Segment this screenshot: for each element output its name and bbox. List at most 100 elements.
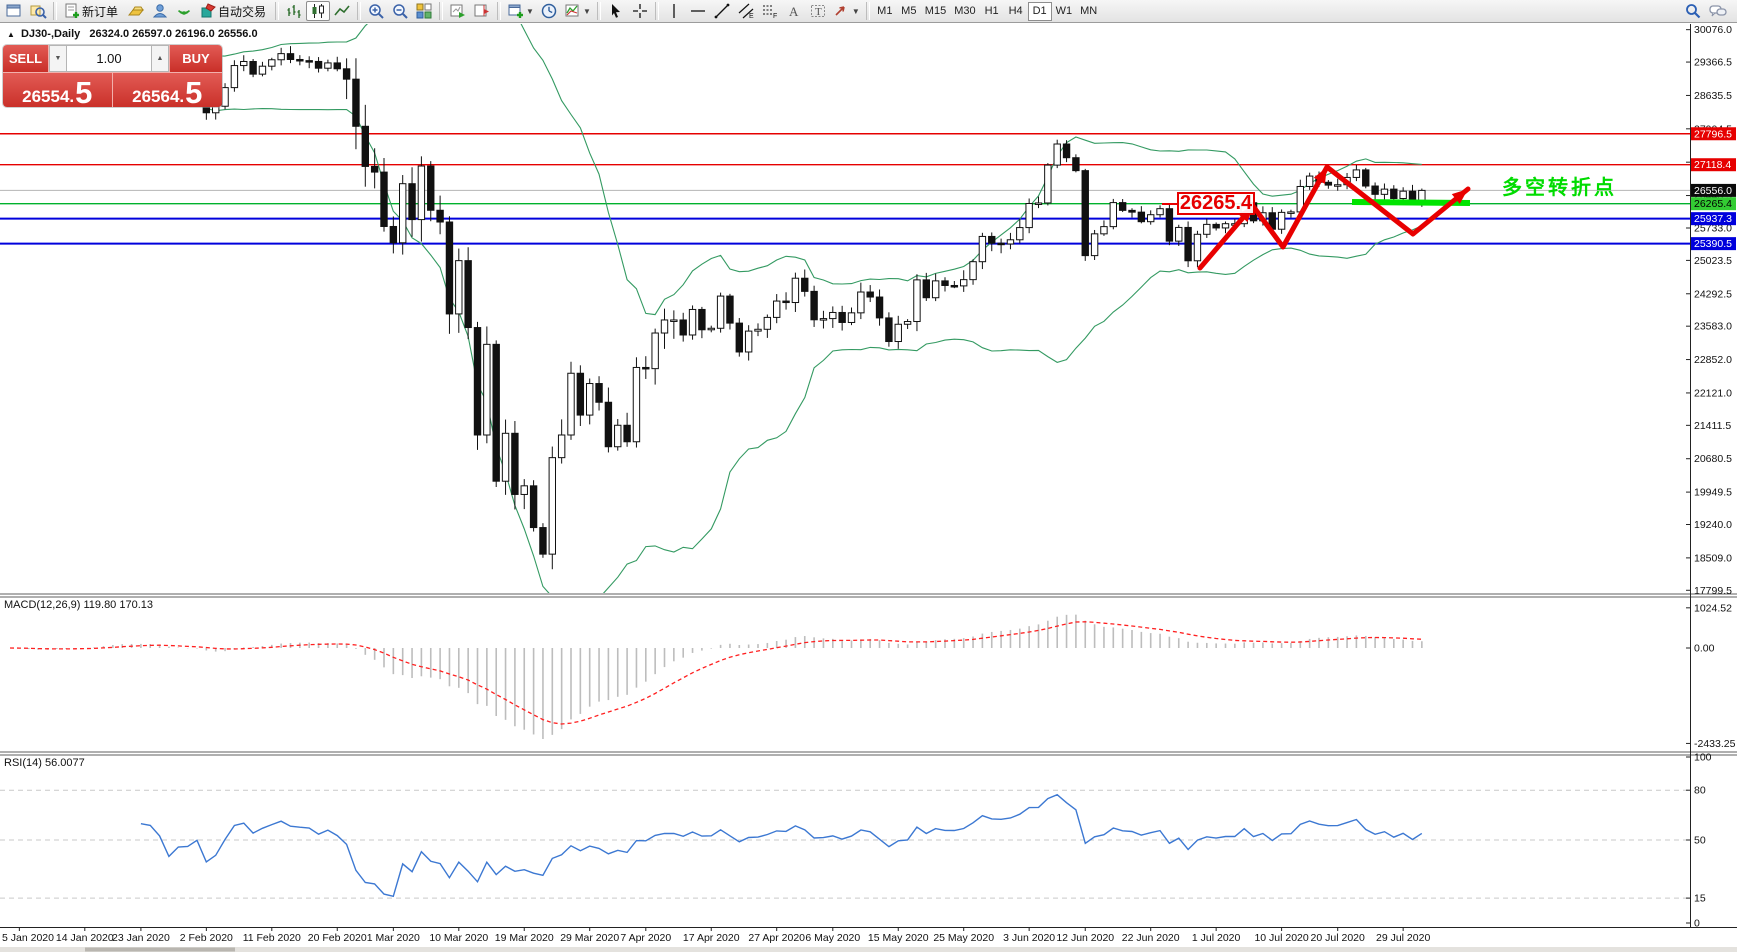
chevron-down-icon: ▼ (852, 7, 860, 16)
chevron-down-icon: ▼ (583, 7, 591, 16)
buy-price-pips: 5 (185, 80, 202, 105)
toolbar-separator (866, 2, 870, 20)
sell-button[interactable]: SELL (3, 45, 49, 72)
signals-button[interactable] (172, 1, 196, 21)
text-label-tool-button[interactable]: T (806, 1, 830, 21)
svg-text:26265.4: 26265.4 (1694, 198, 1732, 210)
symbol-triangle-icon: ▲ (7, 30, 15, 39)
timeframe-button-W1[interactable]: W1 (1052, 2, 1077, 21)
sell-price-pips: 5 (75, 80, 92, 105)
search-icon (1684, 2, 1702, 20)
data-window-button[interactable] (2, 1, 26, 21)
svg-text:22121.0: 22121.0 (1694, 387, 1732, 399)
channel-tool-button[interactable]: E (734, 1, 758, 21)
svg-text:25023.5: 25023.5 (1694, 255, 1732, 267)
text-tool-button[interactable]: A (782, 1, 806, 21)
svg-text:0: 0 (1694, 918, 1700, 930)
label-icon: T (809, 2, 827, 20)
timeframe-button-M15[interactable]: M15 (921, 2, 950, 21)
svg-text:100: 100 (1694, 752, 1712, 764)
svg-text:10 Jul 2020: 10 Jul 2020 (1254, 932, 1308, 944)
arrows-tool-button[interactable]: ▼ (830, 1, 863, 21)
period-clock-button[interactable] (537, 1, 561, 21)
sell-price[interactable]: 26554. 5 (3, 73, 113, 107)
fibonacci-tool-button[interactable]: F (758, 1, 782, 21)
chat-button[interactable] (1705, 1, 1731, 21)
svg-text:80: 80 (1694, 785, 1706, 797)
svg-text:11 Feb 2020: 11 Feb 2020 (243, 932, 301, 944)
trendline-tool-button[interactable] (710, 1, 734, 21)
horizontal-line-tool-button[interactable] (686, 1, 710, 21)
chart-canvas[interactable]: 30076.029366.528635.527904.527174.026443… (0, 24, 1737, 952)
svg-text:50: 50 (1694, 835, 1706, 847)
svg-text:F: F (773, 13, 777, 20)
toolbar-separator (439, 2, 443, 20)
timeframe-button-M1[interactable]: M1 (873, 2, 897, 21)
tile-windows-icon (415, 2, 433, 20)
chart-shift-icon (473, 2, 491, 20)
buy-price[interactable]: 26564. 5 (113, 73, 223, 107)
zoom-out-button[interactable] (388, 1, 412, 21)
buy-button[interactable]: BUY (169, 45, 222, 72)
toolbar-separator (53, 2, 57, 20)
text-icon: A (785, 2, 803, 20)
gold-symbol-button[interactable] (124, 1, 148, 21)
svg-text:25937.3: 25937.3 (1694, 213, 1732, 225)
volume-decrease-button[interactable]: ▼ (49, 45, 67, 72)
main-toolbar: 新订单 自动交易 ▼ (0, 0, 1737, 23)
timeframe-button-H1[interactable]: H1 (980, 2, 1004, 21)
toolbar-separator (497, 2, 501, 20)
svg-text:6 May 2020: 6 May 2020 (805, 932, 860, 944)
bar-chart-type-button[interactable] (282, 1, 306, 21)
svg-text:10 Mar 2020: 10 Mar 2020 (429, 932, 488, 944)
candlestick-chart-type-button[interactable] (306, 1, 330, 21)
svg-text:1 Jul 2020: 1 Jul 2020 (1192, 932, 1241, 944)
svg-text:17799.5: 17799.5 (1694, 585, 1732, 597)
vertical-line-tool-button[interactable] (662, 1, 686, 21)
crosshair-tool-button[interactable] (628, 1, 652, 21)
svg-text:27796.5: 27796.5 (1694, 128, 1732, 140)
line-chart-type-button[interactable] (330, 1, 354, 21)
search-button[interactable] (1681, 1, 1705, 21)
chart-ohlc-values: 26324.0 26597.0 26196.0 26556.0 (89, 28, 257, 40)
bar-chart-icon (285, 2, 303, 20)
volume-increase-button[interactable]: ▲ (151, 45, 169, 72)
autotrade-icon (199, 2, 217, 20)
svg-text:A: A (789, 4, 799, 19)
svg-text:19240.0: 19240.0 (1694, 519, 1732, 531)
price-note-box: 26265.4 (1177, 192, 1255, 215)
svg-text:29366.5: 29366.5 (1694, 57, 1732, 69)
tile-windows-button[interactable] (412, 1, 436, 21)
rsi-indicator-label: RSI(14) 56.0077 (4, 757, 85, 769)
chart-shift-button[interactable] (470, 1, 494, 21)
timeframe-bar: M1M5M15M30H1H4D1W1MN (873, 2, 1101, 21)
svg-text:21411.5: 21411.5 (1694, 420, 1731, 432)
svg-text:1024.52: 1024.52 (1694, 602, 1732, 614)
community-button[interactable] (148, 1, 172, 21)
profile-icon (151, 2, 169, 20)
signal-icon (175, 2, 193, 20)
fibonacci-icon: F (761, 2, 779, 20)
svg-text:19949.5: 19949.5 (1694, 487, 1732, 499)
new-order-button[interactable]: 新订单 (60, 1, 124, 21)
zoom-in-button[interactable] (364, 1, 388, 21)
timeframe-button-M30[interactable]: M30 (950, 2, 979, 21)
autotrade-button[interactable]: 自动交易 (196, 1, 272, 21)
timeframe-button-MN[interactable]: MN (1076, 2, 1101, 21)
timeframe-button-D1[interactable]: D1 (1028, 2, 1052, 21)
new-chart-button[interactable]: ▼ (504, 1, 537, 21)
svg-text:E: E (749, 13, 754, 20)
sell-price-main: 26554. (22, 88, 74, 105)
auto-scroll-button[interactable] (446, 1, 470, 21)
volume-input[interactable] (67, 45, 151, 72)
cursor-tool-button[interactable] (604, 1, 628, 21)
timeframe-button-H4[interactable]: H4 (1004, 2, 1028, 21)
zoom-in-icon (367, 2, 385, 20)
market-watch-button[interactable] (26, 1, 50, 21)
timeframe-button-M5[interactable]: M5 (897, 2, 921, 21)
new-order-icon (63, 2, 81, 20)
svg-text:15: 15 (1694, 893, 1706, 905)
templates-button[interactable]: ▼ (561, 1, 594, 21)
svg-text:30076.0: 30076.0 (1694, 24, 1732, 36)
svg-text:3 Jun 2020: 3 Jun 2020 (1003, 932, 1055, 944)
